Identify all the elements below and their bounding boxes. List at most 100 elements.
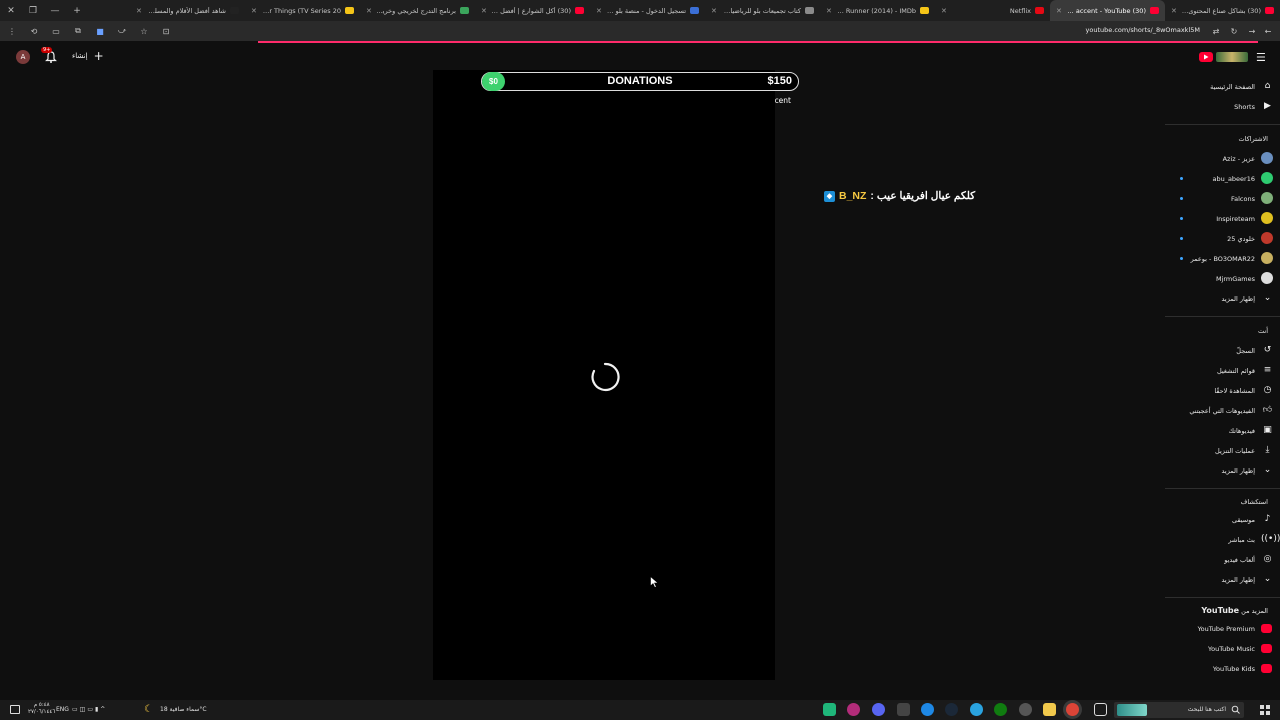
sidebar-item[interactable]: Falcons [1165, 189, 1280, 209]
taskbar-app-green-icon[interactable] [823, 703, 836, 716]
notifications-center-icon[interactable] [10, 705, 20, 714]
sidebar-item[interactable]: YouTube Premium [1165, 619, 1280, 639]
browser-tab[interactable]: (30) بشاكل صناع المحتوى (إلي... ✕ [1165, 0, 1280, 21]
sidebar-item[interactable]: ≡ قوائم التشغيل [1165, 361, 1280, 381]
taskbar-steam-icon[interactable] [945, 703, 958, 716]
sidebar-item[interactable]: ⌄ إظهار المزيد [1165, 461, 1280, 481]
sidebar-item[interactable]: BO3OMAR22 - بوعمر [1165, 249, 1280, 269]
taskbar-telegram-icon[interactable] [970, 703, 983, 716]
new-content-dot-icon [1180, 257, 1183, 260]
browser-tab[interactable]: تسجيل الدخول - منصة بلو التعلي... ✕ [590, 0, 705, 21]
profile-icon[interactable]: ■ [94, 27, 106, 36]
new-content-dot-icon [1180, 177, 1183, 180]
live-icon: ((•)) [1261, 534, 1280, 544]
sidebar-item[interactable]: ▣ فيديوهاتك [1165, 421, 1280, 441]
task-view-icon[interactable] [1094, 703, 1107, 716]
sidebar-item[interactable]: Inspireteam [1165, 209, 1280, 229]
browser-tab[interactable]: كتاب تجميعات بلو للرياضيات 6... ✕ [705, 0, 820, 21]
close-window-icon[interactable]: ✕ [0, 0, 22, 21]
taskbar-app-opera-icon[interactable] [847, 703, 860, 716]
sidebar-item[interactable]: عزيز - Aziz [1165, 149, 1280, 169]
tab-close-icon[interactable]: ✕ [1056, 7, 1062, 15]
home-icon: ⌂ [1264, 81, 1271, 91]
tab-close-icon[interactable]: ✕ [1171, 7, 1177, 15]
search-highlight-image-icon [1117, 704, 1147, 716]
windows-start-icon[interactable] [1260, 705, 1270, 715]
sidebar-item[interactable]: ▶ Shorts [1165, 97, 1280, 117]
browser-tab[interactable]: (30) أكل الشوارع | أفضل شاورما...✕ [475, 0, 590, 21]
sidebar-item[interactable]: ⌂ الصفحة الرئيسية [1165, 77, 1280, 97]
taskbar-clock[interactable]: ٥:٤٨ م ٢٧/٠٦/١٤٤٦ [28, 702, 55, 716]
avatar[interactable]: A [16, 50, 30, 64]
taskbar-explorer-icon[interactable] [1043, 703, 1056, 716]
sidebar-item[interactable]: ♪ موسيقى [1165, 510, 1280, 530]
guide-menu-icon[interactable]: ☰ [1256, 51, 1266, 64]
browser-tab[interactable]: Netflix ✕ [935, 0, 1050, 21]
tab-close-icon[interactable]: ✕ [136, 7, 142, 15]
notifications-bell-icon[interactable]: 9+ [41, 47, 58, 64]
extension-icon[interactable]: ⟲ [28, 27, 40, 36]
taskbar-chrome-icon[interactable] [1066, 703, 1079, 716]
install-app-icon[interactable]: ⊡ [160, 27, 172, 36]
sidebar-item[interactable]: YouTube Kids [1165, 659, 1280, 679]
tab-close-icon[interactable]: ✕ [481, 7, 487, 15]
subscriptions-header[interactable]: الاشتراكات [1238, 135, 1268, 143]
taskbar-settings-icon[interactable] [1019, 703, 1032, 716]
sidebar-item-label: إظهار المزيد [1221, 576, 1255, 584]
tab-close-icon[interactable]: ✕ [251, 7, 257, 15]
taskbar-app-grid-icon[interactable] [897, 703, 910, 716]
reload-icon[interactable]: ↻ [1228, 27, 1240, 36]
tab-close-icon[interactable]: ✕ [941, 7, 947, 15]
browser-tab[interactable]: The Maze Runner (2014) - IMDb ✕ [820, 0, 935, 21]
restore-window-icon[interactable]: ❐ [22, 0, 44, 21]
sidebar-item[interactable]: 👍︎ الفيديوهات التي أعجبتني [1165, 401, 1280, 421]
sidebar-item[interactable]: YouTube Music [1165, 639, 1280, 659]
create-button[interactable]: إنشاء + [72, 50, 104, 62]
tab-close-icon[interactable]: ✕ [366, 7, 372, 15]
tab-title: تسجيل الدخول - منصة بلو التعلي... [606, 6, 686, 15]
sidebar-item[interactable]: ◷ المشاهدة لاحقًا [1165, 381, 1280, 401]
menu-icon[interactable]: ⋮ [6, 27, 18, 36]
sidebar-item[interactable]: ⤓ عمليات التنزيل [1165, 441, 1280, 461]
you-header[interactable]: أنت [1258, 327, 1268, 335]
sidebar-item[interactable]: ◎ ألعاب فيديو [1165, 550, 1280, 570]
windows-taskbar: ٥:٤٨ م ٢٧/٠٦/١٤٤٦ ENG ▭◫▭▮^ ☾ سماء صافية… [0, 700, 1280, 720]
sidebar-item[interactable]: abu_abeer16 [1165, 169, 1280, 189]
language-indicator[interactable]: ENG [56, 706, 69, 713]
browser-tab[interactable]: برنامج التدرج لخريجي وخريجات... ✕ [360, 0, 475, 21]
forward-icon[interactable]: → [1246, 27, 1258, 36]
explore-header[interactable]: استكشاف [1241, 498, 1268, 506]
share-icon[interactable]: ⤻ [116, 26, 128, 36]
back-icon[interactable]: ← [1262, 27, 1274, 36]
sidebar-item[interactable]: خلودي 25 [1165, 229, 1280, 249]
sidebar-item-label: عزيز - Aziz [1222, 155, 1255, 163]
minimize-window-icon[interactable]: — [44, 0, 66, 21]
tab-close-icon[interactable]: ✕ [596, 7, 602, 15]
sidebar-item[interactable]: MjrmGames [1165, 269, 1280, 289]
browser-tab[interactable]: شاهد أفضل الأفلام والمسلسلات...✕ [130, 0, 245, 21]
sidebar-item[interactable]: ⌄ إظهار المزيد [1165, 289, 1280, 309]
browser-tab[interactable]: (30) nigereain accent - YouTube ✕ [1050, 0, 1165, 21]
site-settings-icon[interactable]: ⇄ [1210, 27, 1222, 36]
sidebar-item[interactable]: ⌄ إظهار المزيد [1165, 570, 1280, 590]
bookmark-star-icon[interactable]: ☆ [138, 27, 150, 36]
taskbar-search-box[interactable]: اكتب هنا للبحث [1114, 702, 1244, 718]
tab-close-icon[interactable]: ✕ [826, 7, 832, 15]
new-tab-button[interactable]: + [66, 0, 88, 21]
weather-widget[interactable]: سماء صافية 18°C [160, 706, 207, 713]
sidebar-item[interactable]: ↺ السجلّ [1165, 341, 1280, 361]
tab-close-icon[interactable]: ✕ [711, 7, 717, 15]
more-from-brand: YouTube [1201, 606, 1240, 615]
taskbar-xbox-icon[interactable] [994, 703, 1007, 716]
youtube-logo[interactable] [1199, 51, 1249, 63]
taskbar-discord-icon[interactable] [872, 703, 885, 716]
extensions-puzzle-icon[interactable]: ⧉ [72, 26, 84, 36]
address-bar[interactable]: youtube.com/shorts/_8wOmaxkl5M [1086, 26, 1200, 34]
chevron-down-icon: ⌄ [1263, 293, 1272, 303]
system-tray-icons[interactable]: ▭◫▭▮^ [72, 706, 107, 713]
taskbar-edge-icon[interactable] [921, 703, 934, 716]
sidebar-item[interactable]: ((•)) بث مباشر [1165, 530, 1280, 550]
sidebar-icon[interactable]: ▭ [50, 27, 62, 36]
channel-avatar-icon [1261, 172, 1274, 185]
browser-tab[interactable]: Stranger Things (TV Series 20... ✕ [245, 0, 360, 21]
